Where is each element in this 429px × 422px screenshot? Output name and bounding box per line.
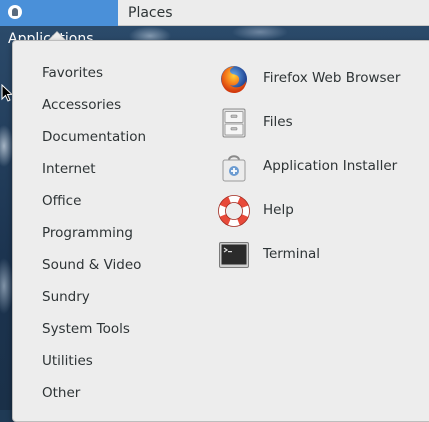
applications-menu-button[interactable]: Applications <box>0 0 118 47</box>
category-accessories[interactable]: Accessories <box>42 94 121 116</box>
terminal-icon <box>219 242 249 268</box>
category-sound-video[interactable]: Sound & Video <box>42 254 141 276</box>
top-bar: Applications Places <box>0 0 429 47</box>
category-office[interactable]: Office <box>42 190 81 212</box>
category-utilities[interactable]: Utilities <box>42 350 93 372</box>
app-label: Files <box>263 114 293 130</box>
file-cabinet-icon <box>222 108 246 138</box>
category-other[interactable]: Other <box>42 382 80 404</box>
lifebuoy-icon <box>218 195 250 227</box>
category-sundry[interactable]: Sundry <box>42 286 90 308</box>
category-favorites[interactable]: Favorites <box>42 62 103 84</box>
fedora-logo-icon <box>8 5 22 19</box>
category-programming[interactable]: Programming <box>42 222 133 244</box>
app-files[interactable]: Files <box>218 107 418 141</box>
category-documentation[interactable]: Documentation <box>42 126 146 148</box>
app-firefox[interactable]: Firefox Web Browser <box>218 63 418 97</box>
places-menu-button[interactable]: Places <box>118 0 183 26</box>
app-label: Help <box>263 202 294 218</box>
app-label: Application Installer <box>263 158 398 174</box>
app-label: Terminal <box>263 246 321 262</box>
shopping-bag-icon <box>222 155 246 182</box>
category-internet[interactable]: Internet <box>42 158 96 180</box>
category-system-tools[interactable]: System Tools <box>42 318 130 340</box>
firefox-icon <box>221 66 247 93</box>
app-application-installer[interactable]: Application Installer <box>218 151 418 185</box>
app-help[interactable]: Help <box>218 195 418 229</box>
app-terminal[interactable]: Terminal <box>218 239 418 273</box>
app-label: Firefox Web Browser <box>263 70 401 86</box>
